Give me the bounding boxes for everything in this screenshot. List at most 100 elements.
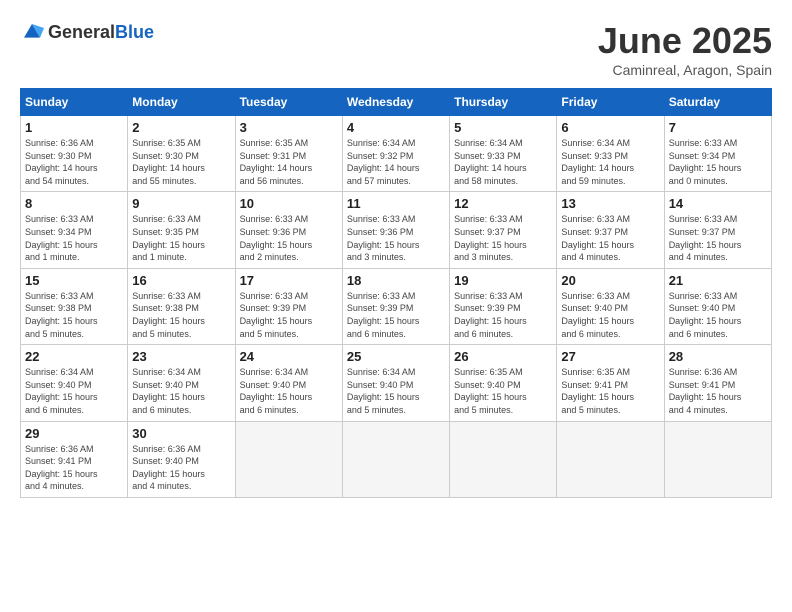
calendar-day-cell: 21Sunrise: 6:33 AMSunset: 9:40 PMDayligh… [664, 268, 771, 344]
calendar-day-cell: 2 Sunrise: 6:35 AMSunset: 9:30 PMDaylight… [128, 116, 235, 192]
day-number: 5 [454, 120, 552, 135]
day-info: Sunrise: 6:34 AMSunset: 9:33 PMDaylight:… [561, 137, 659, 187]
day-info: Sunrise: 6:33 AMSunset: 9:35 PMDaylight:… [132, 213, 230, 263]
day-number: 26 [454, 349, 552, 364]
calendar-week-row: 8Sunrise: 6:33 AMSunset: 9:34 PMDaylight… [21, 192, 772, 268]
day-number: 20 [561, 273, 659, 288]
day-info: Sunrise: 6:34 AMSunset: 9:40 PMDaylight:… [25, 366, 123, 416]
calendar-day-cell: 4 Sunrise: 6:34 AMSunset: 9:32 PMDaylight… [342, 116, 449, 192]
header-day-sunday: Sunday [21, 89, 128, 116]
day-number: 28 [669, 349, 767, 364]
day-number: 23 [132, 349, 230, 364]
calendar-empty-cell [450, 421, 557, 497]
calendar-day-cell: 22 Sunrise: 6:34 AMSunset: 9:40 PMDayligh… [21, 345, 128, 421]
logo-general: GeneralBlue [48, 22, 154, 43]
day-info: Sunrise: 6:33 AMSunset: 9:36 PMDaylight:… [347, 213, 445, 263]
calendar-day-cell: 3 Sunrise: 6:35 AMSunset: 9:31 PMDaylight… [235, 116, 342, 192]
calendar-day-cell: 11 Sunrise: 6:33 AMSunset: 9:36 PMDayligh… [342, 192, 449, 268]
calendar-week-row: 29 Sunrise: 6:36 AMSunset: 9:41 PMDayligh… [21, 421, 772, 497]
calendar-day-cell: 29 Sunrise: 6:36 AMSunset: 9:41 PMDayligh… [21, 421, 128, 497]
day-info: Sunrise: 6:35 AMSunset: 9:31 PMDaylight:… [240, 137, 338, 187]
header-day-monday: Monday [128, 89, 235, 116]
day-info: Sunrise: 6:35 AMSunset: 9:41 PMDaylight:… [561, 366, 659, 416]
calendar-week-row: 1 Sunrise: 6:36 AMSunset: 9:30 PMDaylight… [21, 116, 772, 192]
calendar-day-cell: 9 Sunrise: 6:33 AMSunset: 9:35 PMDaylight… [128, 192, 235, 268]
calendar-week-row: 22 Sunrise: 6:34 AMSunset: 9:40 PMDayligh… [21, 345, 772, 421]
calendar-day-cell: 20Sunrise: 6:33 AMSunset: 9:40 PMDayligh… [557, 268, 664, 344]
calendar-day-cell: 23 Sunrise: 6:34 AMSunset: 9:40 PMDayligh… [128, 345, 235, 421]
logo: GeneralBlue [20, 20, 154, 44]
calendar-day-cell: 24Sunrise: 6:34 AMSunset: 9:40 PMDayligh… [235, 345, 342, 421]
calendar-day-cell: 12 Sunrise: 6:33 AMSunset: 9:37 PMDayligh… [450, 192, 557, 268]
calendar-table: SundayMondayTuesdayWednesdayThursdayFrid… [20, 88, 772, 498]
calendar-week-row: 15 Sunrise: 6:33 AMSunset: 9:38 PMDayligh… [21, 268, 772, 344]
calendar-day-cell: 14 Sunrise: 6:33 AMSunset: 9:37 PMDayligh… [664, 192, 771, 268]
day-number: 9 [132, 196, 230, 211]
calendar-day-cell: 15Sunrise: 6:33 AMSunset: 9:38 PMDayligh… [21, 268, 128, 344]
day-number: 22 [25, 349, 123, 364]
day-info: Sunrise: 6:34 AMSunset: 9:33 PMDaylight:… [454, 137, 552, 187]
day-info: Sunrise: 6:34 AMSunset: 9:40 PMDaylight:… [347, 366, 445, 416]
day-number: 3 [240, 120, 338, 135]
calendar-day-cell: 19 Sunrise: 6:33 AMSunset: 9:39 PMDayligh… [450, 268, 557, 344]
day-info: Sunrise: 6:33 AMSunset: 9:34 PMDaylight:… [25, 213, 123, 263]
day-info: Sunrise: 6:36 AMSunset: 9:41 PMDaylight:… [669, 366, 767, 416]
logo-icon [20, 20, 44, 44]
calendar-empty-cell [557, 421, 664, 497]
calendar-empty-cell [664, 421, 771, 497]
day-number: 19 [454, 273, 552, 288]
day-number: 18 [347, 273, 445, 288]
title-area: June 2025 Caminreal, Aragon, Spain [598, 20, 772, 78]
day-number: 4 [347, 120, 445, 135]
day-number: 2 [132, 120, 230, 135]
day-info: Sunrise: 6:33 AMSunset: 9:39 PMDaylight:… [347, 290, 445, 340]
day-info: Sunrise: 6:36 AMSunset: 9:41 PMDaylight:… [25, 443, 123, 493]
header-day-tuesday: Tuesday [235, 89, 342, 116]
day-number: 1 [25, 120, 123, 135]
calendar-day-cell: 17 Sunrise: 6:33 AMSunset: 9:39 PMDayligh… [235, 268, 342, 344]
calendar-day-cell: 26 Sunrise: 6:35 AMSunset: 9:40 PMDayligh… [450, 345, 557, 421]
day-info: Sunrise: 6:33 AMSunset: 9:36 PMDaylight:… [240, 213, 338, 263]
header-day-friday: Friday [557, 89, 664, 116]
day-number: 7 [669, 120, 767, 135]
calendar-day-cell: 27Sunrise: 6:35 AMSunset: 9:41 PMDayligh… [557, 345, 664, 421]
day-number: 30 [132, 426, 230, 441]
day-number: 15 [25, 273, 123, 288]
day-number: 16 [132, 273, 230, 288]
day-number: 13 [561, 196, 659, 211]
calendar-day-cell: 13Sunrise: 6:33 AMSunset: 9:37 PMDayligh… [557, 192, 664, 268]
calendar-day-cell: 7 Sunrise: 6:33 AMSunset: 9:34 PMDaylight… [664, 116, 771, 192]
day-info: Sunrise: 6:34 AMSunset: 9:40 PMDaylight:… [132, 366, 230, 416]
day-info: Sunrise: 6:34 AMSunset: 9:32 PMDaylight:… [347, 137, 445, 187]
day-info: Sunrise: 6:36 AMSunset: 9:30 PMDaylight:… [25, 137, 123, 187]
day-number: 21 [669, 273, 767, 288]
day-info: Sunrise: 6:33 AMSunset: 9:39 PMDaylight:… [454, 290, 552, 340]
calendar-header-row: SundayMondayTuesdayWednesdayThursdayFrid… [21, 89, 772, 116]
day-info: Sunrise: 6:33 AMSunset: 9:39 PMDaylight:… [240, 290, 338, 340]
day-number: 12 [454, 196, 552, 211]
calendar-empty-cell [235, 421, 342, 497]
day-number: 6 [561, 120, 659, 135]
calendar-day-cell: 16 Sunrise: 6:33 AMSunset: 9:38 PMDayligh… [128, 268, 235, 344]
day-info: Sunrise: 6:36 AMSunset: 9:40 PMDaylight:… [132, 443, 230, 493]
day-info: Sunrise: 6:33 AMSunset: 9:38 PMDaylight:… [132, 290, 230, 340]
header-day-thursday: Thursday [450, 89, 557, 116]
day-number: 14 [669, 196, 767, 211]
day-info: Sunrise: 6:35 AMSunset: 9:30 PMDaylight:… [132, 137, 230, 187]
day-info: Sunrise: 6:33 AMSunset: 9:34 PMDaylight:… [669, 137, 767, 187]
day-info: Sunrise: 6:33 AMSunset: 9:37 PMDaylight:… [669, 213, 767, 263]
day-number: 25 [347, 349, 445, 364]
day-number: 11 [347, 196, 445, 211]
day-number: 29 [25, 426, 123, 441]
calendar-day-cell: 10 Sunrise: 6:33 AMSunset: 9:36 PMDayligh… [235, 192, 342, 268]
day-number: 10 [240, 196, 338, 211]
calendar-day-cell: 18 Sunrise: 6:33 AMSunset: 9:39 PMDayligh… [342, 268, 449, 344]
calendar-day-cell: 8Sunrise: 6:33 AMSunset: 9:34 PMDaylight… [21, 192, 128, 268]
calendar-day-cell: 6 Sunrise: 6:34 AMSunset: 9:33 PMDaylight… [557, 116, 664, 192]
day-info: Sunrise: 6:33 AMSunset: 9:37 PMDaylight:… [454, 213, 552, 263]
calendar-day-cell: 25 Sunrise: 6:34 AMSunset: 9:40 PMDayligh… [342, 345, 449, 421]
day-number: 24 [240, 349, 338, 364]
month-title: June 2025 [598, 20, 772, 62]
day-number: 17 [240, 273, 338, 288]
day-info: Sunrise: 6:35 AMSunset: 9:40 PMDaylight:… [454, 366, 552, 416]
